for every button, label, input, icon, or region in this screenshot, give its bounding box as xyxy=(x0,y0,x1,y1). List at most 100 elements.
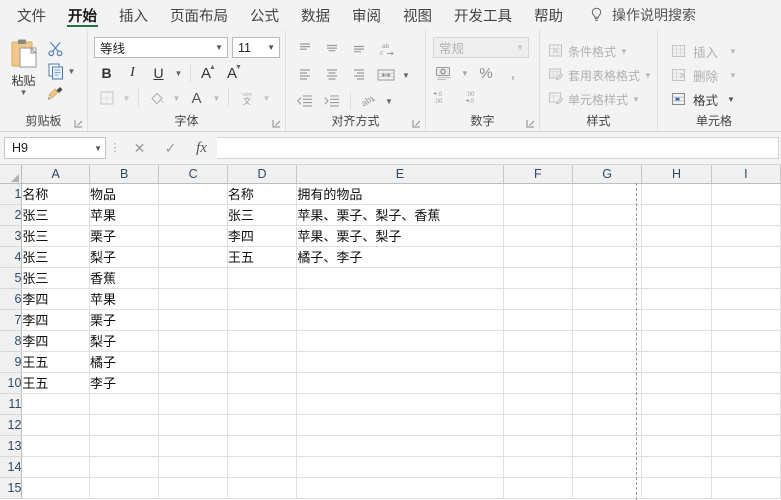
cell-C13[interactable] xyxy=(158,435,228,457)
enter-formula-button[interactable]: ✓ xyxy=(155,137,186,159)
cell-H3[interactable] xyxy=(641,225,712,247)
cell-G6[interactable] xyxy=(572,288,643,310)
cell-C15[interactable] xyxy=(158,477,228,499)
cell-B3[interactable]: 栗子 xyxy=(89,225,160,247)
column-header-b[interactable]: B xyxy=(89,165,160,184)
grow-font-button[interactable]: A ▲ xyxy=(196,61,221,85)
cell-G1[interactable] xyxy=(572,183,643,205)
cell-H12[interactable] xyxy=(641,414,712,436)
cell-B9[interactable]: 橘子 xyxy=(89,351,160,373)
cell-B13[interactable] xyxy=(89,435,160,457)
cell-D3[interactable]: 李四 xyxy=(227,225,298,247)
row-header-5[interactable]: 5 xyxy=(0,267,23,289)
cell-D13[interactable] xyxy=(227,435,298,457)
cell-B5[interactable]: 香蕉 xyxy=(89,267,160,289)
column-header-f[interactable]: F xyxy=(503,165,573,184)
cell-D2[interactable]: 张三 xyxy=(227,204,298,226)
cancel-formula-button[interactable]: ✕ xyxy=(124,137,155,159)
cell-B4[interactable]: 梨子 xyxy=(89,246,160,268)
cell-I2[interactable] xyxy=(711,204,781,226)
underline-chevron-down-icon[interactable]: ▼ xyxy=(172,61,185,85)
number-dialog-launcher[interactable] xyxy=(526,119,535,128)
tab-page-layout[interactable]: 页面布局 xyxy=(159,0,239,30)
percent-style-button[interactable]: % xyxy=(475,63,497,85)
name-box[interactable]: H9 ▼ xyxy=(4,137,106,159)
increase-indent-button[interactable] xyxy=(319,89,345,113)
cell-C5[interactable] xyxy=(158,267,228,289)
italic-button[interactable]: I xyxy=(120,61,145,85)
paste-button[interactable]: 粘贴 ▼ xyxy=(1,33,47,97)
cell-E7[interactable] xyxy=(296,309,504,331)
wrap-text-button[interactable]: ab c xyxy=(373,37,403,61)
cell-B11[interactable] xyxy=(89,393,160,415)
cell-F9[interactable] xyxy=(503,351,573,373)
fill-color-button[interactable] xyxy=(144,86,169,110)
align-middle-button[interactable] xyxy=(319,37,345,61)
font-color-button[interactable]: A xyxy=(184,86,209,110)
cell-H13[interactable] xyxy=(641,435,712,457)
alignment-dialog-launcher[interactable] xyxy=(412,119,421,128)
number-format-combo[interactable]: 常规 ▼ xyxy=(433,37,529,58)
tab-insert[interactable]: 插入 xyxy=(108,0,159,30)
cell-F11[interactable] xyxy=(503,393,573,415)
cell-A13[interactable] xyxy=(21,435,90,457)
row-header-11[interactable]: 11 xyxy=(0,393,23,415)
cell-B8[interactable]: 梨子 xyxy=(89,330,160,352)
row-header-15[interactable]: 15 xyxy=(0,477,23,499)
cell-I8[interactable] xyxy=(711,330,781,352)
column-header-c[interactable]: C xyxy=(158,165,228,184)
cell-C12[interactable] xyxy=(158,414,228,436)
delete-cells-button[interactable]: 删除 ▼ xyxy=(658,62,737,86)
borders-button[interactable] xyxy=(94,86,119,110)
font-color-chevron-down-icon[interactable]: ▼ xyxy=(210,86,223,110)
clipboard-dialog-launcher[interactable] xyxy=(74,119,83,128)
cell-H14[interactable] xyxy=(641,456,712,478)
cell-D1[interactable]: 名称 xyxy=(227,183,298,205)
cell-D5[interactable] xyxy=(227,267,298,289)
cell-C2[interactable] xyxy=(158,204,228,226)
cell-A3[interactable]: 张三 xyxy=(21,225,90,247)
cell-E5[interactable] xyxy=(296,267,504,289)
cell-C6[interactable] xyxy=(158,288,228,310)
formula-bar-handle[interactable]: ⋮ xyxy=(106,142,124,153)
cell-F14[interactable] xyxy=(503,456,573,478)
cell-E12[interactable] xyxy=(296,414,504,436)
row-header-2[interactable]: 2 xyxy=(0,204,23,226)
cell-F7[interactable] xyxy=(503,309,573,331)
underline-button[interactable]: U xyxy=(146,61,171,85)
row-header-14[interactable]: 14 xyxy=(0,456,23,478)
font-name-combo[interactable]: 等线 ▼ xyxy=(94,37,228,58)
shrink-font-button[interactable]: A ▼ xyxy=(222,61,247,85)
cell-E9[interactable] xyxy=(296,351,504,373)
cell-C7[interactable] xyxy=(158,309,228,331)
cell-D14[interactable] xyxy=(227,456,298,478)
cell-E3[interactable]: 苹果、栗子、梨子 xyxy=(296,225,504,247)
cell-D11[interactable] xyxy=(227,393,298,415)
align-right-button[interactable] xyxy=(346,63,372,87)
row-header-6[interactable]: 6 xyxy=(0,288,23,310)
cell-A11[interactable] xyxy=(21,393,90,415)
cell-F4[interactable] xyxy=(503,246,573,268)
cell-G14[interactable] xyxy=(572,456,643,478)
merge-center-button[interactable] xyxy=(373,63,399,87)
row-header-4[interactable]: 4 xyxy=(0,246,23,268)
column-header-g[interactable]: G xyxy=(572,165,643,184)
cell-I4[interactable] xyxy=(711,246,781,268)
font-size-combo[interactable]: 11 ▼ xyxy=(232,37,280,58)
cell-E10[interactable] xyxy=(296,372,504,394)
cell-F15[interactable] xyxy=(503,477,573,499)
cell-G13[interactable] xyxy=(572,435,643,457)
format-as-table-button[interactable]: 套用表格格式 ▼ xyxy=(540,62,652,86)
decrease-decimal-button[interactable]: .00.0 xyxy=(465,86,487,108)
insert-cells-button[interactable]: 插入 ▼ xyxy=(658,38,737,62)
conditional-formatting-button[interactable]: 条件格式 ▼ xyxy=(540,38,628,62)
tab-file[interactable]: 文件 xyxy=(6,0,57,30)
cell-I3[interactable] xyxy=(711,225,781,247)
tell-me-search[interactable]: 操作说明搜索 xyxy=(574,0,696,30)
tab-home[interactable]: 开始 xyxy=(57,0,108,30)
tab-help[interactable]: 帮助 xyxy=(523,0,574,30)
cell-G4[interactable] xyxy=(572,246,643,268)
row-header-3[interactable]: 3 xyxy=(0,225,23,247)
cell-G3[interactable] xyxy=(572,225,643,247)
align-left-button[interactable] xyxy=(292,63,318,87)
